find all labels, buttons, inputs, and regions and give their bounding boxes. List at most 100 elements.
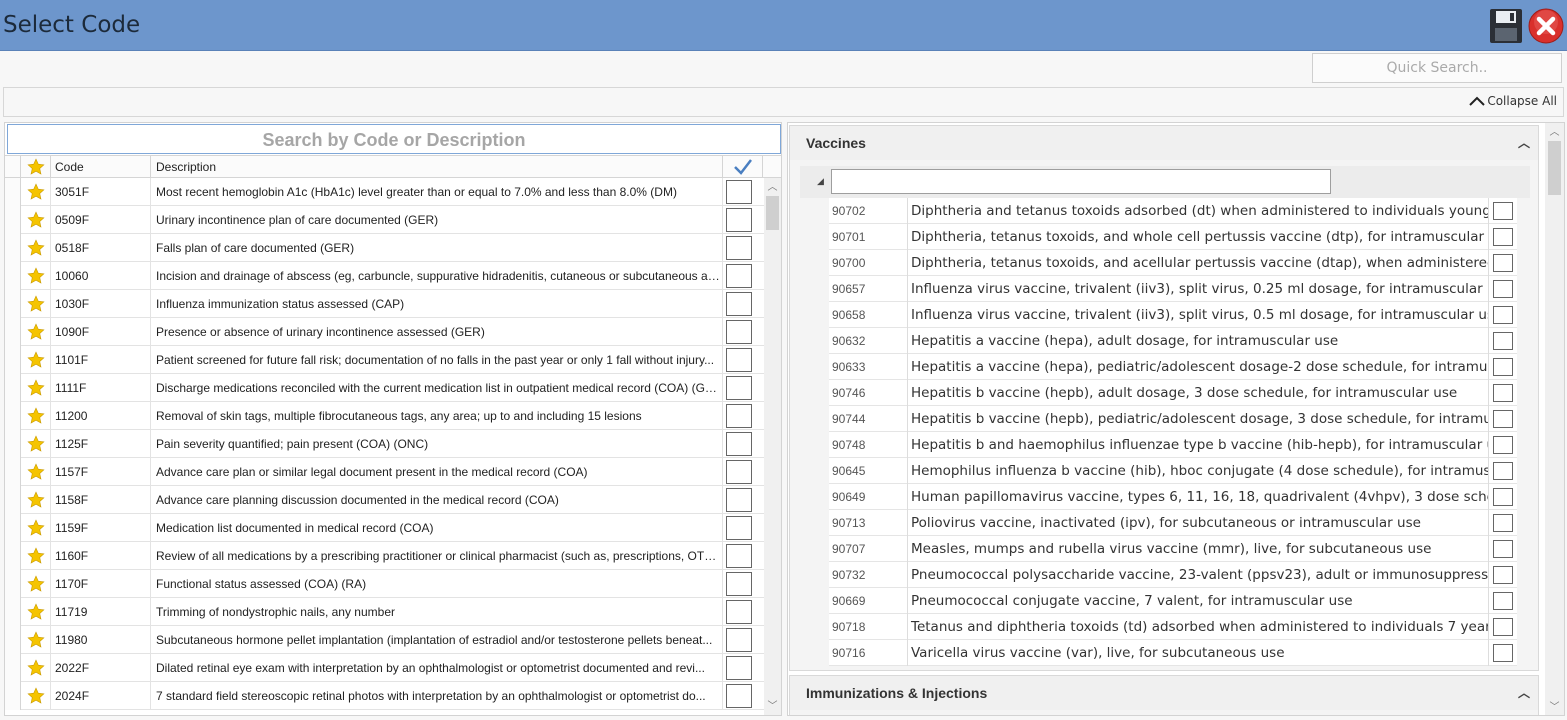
- star-icon[interactable]: [27, 211, 45, 229]
- star-icon[interactable]: [27, 183, 45, 201]
- vaccine-checkbox[interactable]: [1493, 540, 1513, 558]
- row-header[interactable]: [5, 346, 21, 374]
- star-icon[interactable]: [27, 687, 45, 705]
- scroll-up-icon[interactable]: ︿: [1549, 127, 1560, 138]
- star-icon[interactable]: [27, 351, 45, 369]
- vaccine-checkbox[interactable]: [1493, 358, 1513, 376]
- list-item[interactable]: 90700 Diphtheria, tetanus toxoids, and ac…: [829, 250, 1517, 276]
- vaccine-checkbox[interactable]: [1493, 514, 1513, 532]
- vaccine-checkbox[interactable]: [1493, 462, 1513, 480]
- favorite-cell[interactable]: [21, 682, 51, 710]
- favorite-cell[interactable]: [21, 430, 51, 458]
- row-header[interactable]: [5, 626, 21, 654]
- list-item[interactable]: 90633 Hepatitis a vaccine (hepa), pediatr…: [829, 354, 1517, 380]
- table-row[interactable]: 1090F Presence or absence of urinary inco…: [5, 318, 765, 346]
- table-row[interactable]: 1030F Influenza immunization status asses…: [5, 290, 765, 318]
- favorite-column-header[interactable]: [21, 156, 51, 177]
- list-item[interactable]: 90732 Pneumococcal polysaccharide vaccine…: [829, 562, 1517, 588]
- star-icon[interactable]: [27, 603, 45, 621]
- favorite-cell[interactable]: [21, 542, 51, 570]
- selected-column-header[interactable]: [723, 156, 763, 177]
- list-item[interactable]: 90632 Hepatitis a vaccine (hepa), adult d…: [829, 328, 1517, 354]
- select-checkbox[interactable]: [726, 516, 752, 540]
- select-checkbox[interactable]: [726, 600, 752, 624]
- select-checkbox[interactable]: [726, 292, 752, 316]
- star-icon[interactable]: [27, 631, 45, 649]
- row-header[interactable]: [5, 430, 21, 458]
- star-icon[interactable]: [27, 295, 45, 313]
- row-header[interactable]: [5, 374, 21, 402]
- favorite-cell[interactable]: [21, 570, 51, 598]
- row-header[interactable]: [5, 570, 21, 598]
- star-icon[interactable]: [27, 239, 45, 257]
- table-row[interactable]: 1158F Advance care planning discussion do…: [5, 486, 765, 514]
- save-button[interactable]: [1489, 8, 1523, 44]
- table-row[interactable]: 11200 Removal of skin tags, multiple fibr…: [5, 402, 765, 430]
- select-checkbox[interactable]: [726, 460, 752, 484]
- table-row[interactable]: 0509F Urinary incontinence plan of care d…: [5, 206, 765, 234]
- vaccine-checkbox[interactable]: [1493, 254, 1513, 272]
- table-row[interactable]: 11719 Trimming of nondystrophic nails, an…: [5, 598, 765, 626]
- quick-search-input[interactable]: Quick Search..: [1312, 53, 1562, 83]
- vaccine-filter-input[interactable]: [831, 169, 1331, 194]
- chevron-up-icon[interactable]: ︿: [1518, 126, 1530, 160]
- star-icon[interactable]: [27, 659, 45, 677]
- close-button[interactable]: [1528, 8, 1564, 44]
- section-header-vaccines[interactable]: Vaccines ︿: [790, 126, 1538, 160]
- table-row[interactable]: 1125F Pain severity quantified; pain pres…: [5, 430, 765, 458]
- vaccine-checkbox[interactable]: [1493, 228, 1513, 246]
- favorite-cell[interactable]: [21, 402, 51, 430]
- row-header[interactable]: [5, 318, 21, 346]
- favorite-cell[interactable]: [21, 206, 51, 234]
- row-header[interactable]: [5, 402, 21, 430]
- vaccine-checkbox[interactable]: [1493, 488, 1513, 506]
- scroll-up-icon[interactable]: ︿: [767, 182, 778, 193]
- select-checkbox[interactable]: [726, 320, 752, 344]
- list-item[interactable]: 90669 Pneumococcal conjugate vaccine, 7 v…: [829, 588, 1517, 614]
- select-checkbox[interactable]: [726, 628, 752, 652]
- table-row[interactable]: 2024F 7 standard field stereoscopic retin…: [5, 682, 765, 710]
- row-header[interactable]: [5, 290, 21, 318]
- vaccine-checkbox[interactable]: [1493, 384, 1513, 402]
- list-item[interactable]: 90701 Diphtheria, tetanus toxoids, and wh…: [829, 224, 1517, 250]
- star-icon[interactable]: [27, 323, 45, 341]
- favorite-cell[interactable]: [21, 514, 51, 542]
- row-header[interactable]: [5, 486, 21, 514]
- row-header[interactable]: [5, 598, 21, 626]
- collapse-all-button[interactable]: Collapse All: [1469, 94, 1557, 108]
- list-item[interactable]: 90744 Hepatitis b vaccine (hepb), pediatr…: [829, 406, 1517, 432]
- row-header[interactable]: [5, 262, 21, 290]
- list-item[interactable]: 90748 Hepatitis b and haemophilus influen…: [829, 432, 1517, 458]
- star-icon[interactable]: [27, 519, 45, 537]
- vaccine-checkbox[interactable]: [1493, 566, 1513, 584]
- table-row[interactable]: 1159F Medication list documented in medic…: [5, 514, 765, 542]
- list-item[interactable]: 90707 Measles, mumps and rubella virus va…: [829, 536, 1517, 562]
- select-checkbox[interactable]: [726, 236, 752, 260]
- vaccine-checkbox[interactable]: [1493, 306, 1513, 324]
- expand-triangle-icon[interactable]: ◢: [817, 176, 824, 187]
- select-checkbox[interactable]: [726, 264, 752, 288]
- favorite-cell[interactable]: [21, 234, 51, 262]
- vaccine-checkbox[interactable]: [1493, 436, 1513, 454]
- star-icon[interactable]: [27, 407, 45, 425]
- star-icon[interactable]: [27, 463, 45, 481]
- select-checkbox[interactable]: [726, 376, 752, 400]
- scroll-down-icon[interactable]: ﹀: [767, 701, 778, 712]
- row-header[interactable]: [5, 682, 21, 710]
- favorite-cell[interactable]: [21, 598, 51, 626]
- star-icon[interactable]: [27, 491, 45, 509]
- select-checkbox[interactable]: [726, 180, 752, 204]
- vaccine-checkbox[interactable]: [1493, 592, 1513, 610]
- select-checkbox[interactable]: [726, 348, 752, 372]
- table-row[interactable]: 1160F Review of all medications by a pres…: [5, 542, 765, 570]
- scroll-down-icon[interactable]: ﹀: [1549, 702, 1560, 713]
- right-scrollbar[interactable]: ︿ ﹀: [1545, 123, 1564, 715]
- row-header[interactable]: [5, 178, 21, 206]
- select-checkbox[interactable]: [726, 404, 752, 428]
- favorite-cell[interactable]: [21, 346, 51, 374]
- favorite-cell[interactable]: [21, 626, 51, 654]
- table-row[interactable]: 2022F Dilated retinal eye exam with inter…: [5, 654, 765, 682]
- select-checkbox[interactable]: [726, 488, 752, 512]
- vaccine-checkbox[interactable]: [1493, 410, 1513, 428]
- code-column-header[interactable]: Code: [51, 156, 151, 177]
